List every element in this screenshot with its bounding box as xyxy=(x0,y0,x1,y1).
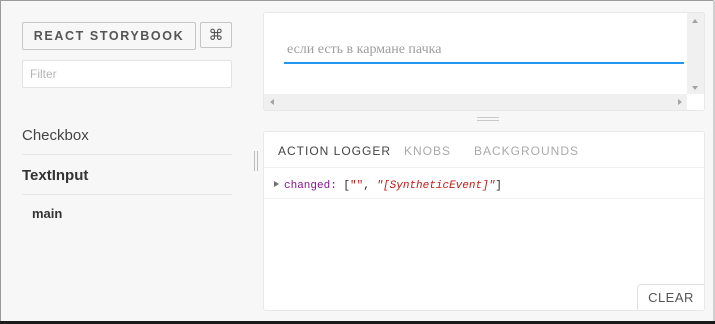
preview-frame xyxy=(263,12,705,111)
expand-triangle-icon[interactable] xyxy=(274,181,279,187)
story-kind-textinput[interactable]: TextInput xyxy=(22,167,88,184)
tab-backgrounds[interactable]: BACKGROUNDS xyxy=(474,144,579,158)
story-kind-separator xyxy=(22,194,232,195)
shortcuts-button[interactable]: ⌘ xyxy=(200,22,232,48)
window-border-left xyxy=(0,0,1,324)
log-action-name: changed: xyxy=(284,180,337,192)
log-arg-event: "[SyntheticEvent]" xyxy=(376,180,496,192)
filter-input[interactable] xyxy=(22,60,232,88)
window-border-top xyxy=(0,0,715,1)
tab-knobs[interactable]: KNOBS xyxy=(404,144,451,158)
scrollbar-corner xyxy=(687,94,704,110)
scroll-up-arrow-icon[interactable] xyxy=(692,19,698,23)
horizontal-scrollbar[interactable] xyxy=(264,94,688,110)
command-icon: ⌘ xyxy=(208,27,224,44)
story-kind-separator xyxy=(22,154,232,155)
clear-button[interactable]: CLEAR xyxy=(637,284,704,310)
storybook-brand-button[interactable]: REACT STORYBOOK xyxy=(22,22,196,50)
log-arg-value: "" xyxy=(350,180,364,192)
log-separator xyxy=(264,198,704,199)
scroll-down-arrow-icon[interactable] xyxy=(692,86,698,90)
scroll-right-arrow-icon[interactable] xyxy=(678,99,682,105)
tab-action-logger[interactable]: ACTION LOGGER xyxy=(278,144,391,158)
scroll-left-arrow-icon[interactable] xyxy=(270,99,274,105)
addon-tabs: ACTION LOGGER KNOBS BACKGROUNDS xyxy=(264,132,704,168)
story-item-main[interactable]: main xyxy=(32,206,62,221)
addon-panel: ACTION LOGGER KNOBS BACKGROUNDS changed:… xyxy=(263,131,705,311)
action-log-entry[interactable]: changed: ["", "[SyntheticEvent]"] xyxy=(274,180,502,192)
panel-resize-handle[interactable] xyxy=(477,117,499,121)
sidebar-resize-handle[interactable] xyxy=(254,151,258,171)
story-kind-checkbox[interactable]: Checkbox xyxy=(22,127,89,144)
log-comma: , xyxy=(363,180,370,192)
vertical-scrollbar[interactable] xyxy=(687,13,704,96)
text-input[interactable] xyxy=(284,38,684,64)
log-close-bracket: ] xyxy=(495,180,502,192)
